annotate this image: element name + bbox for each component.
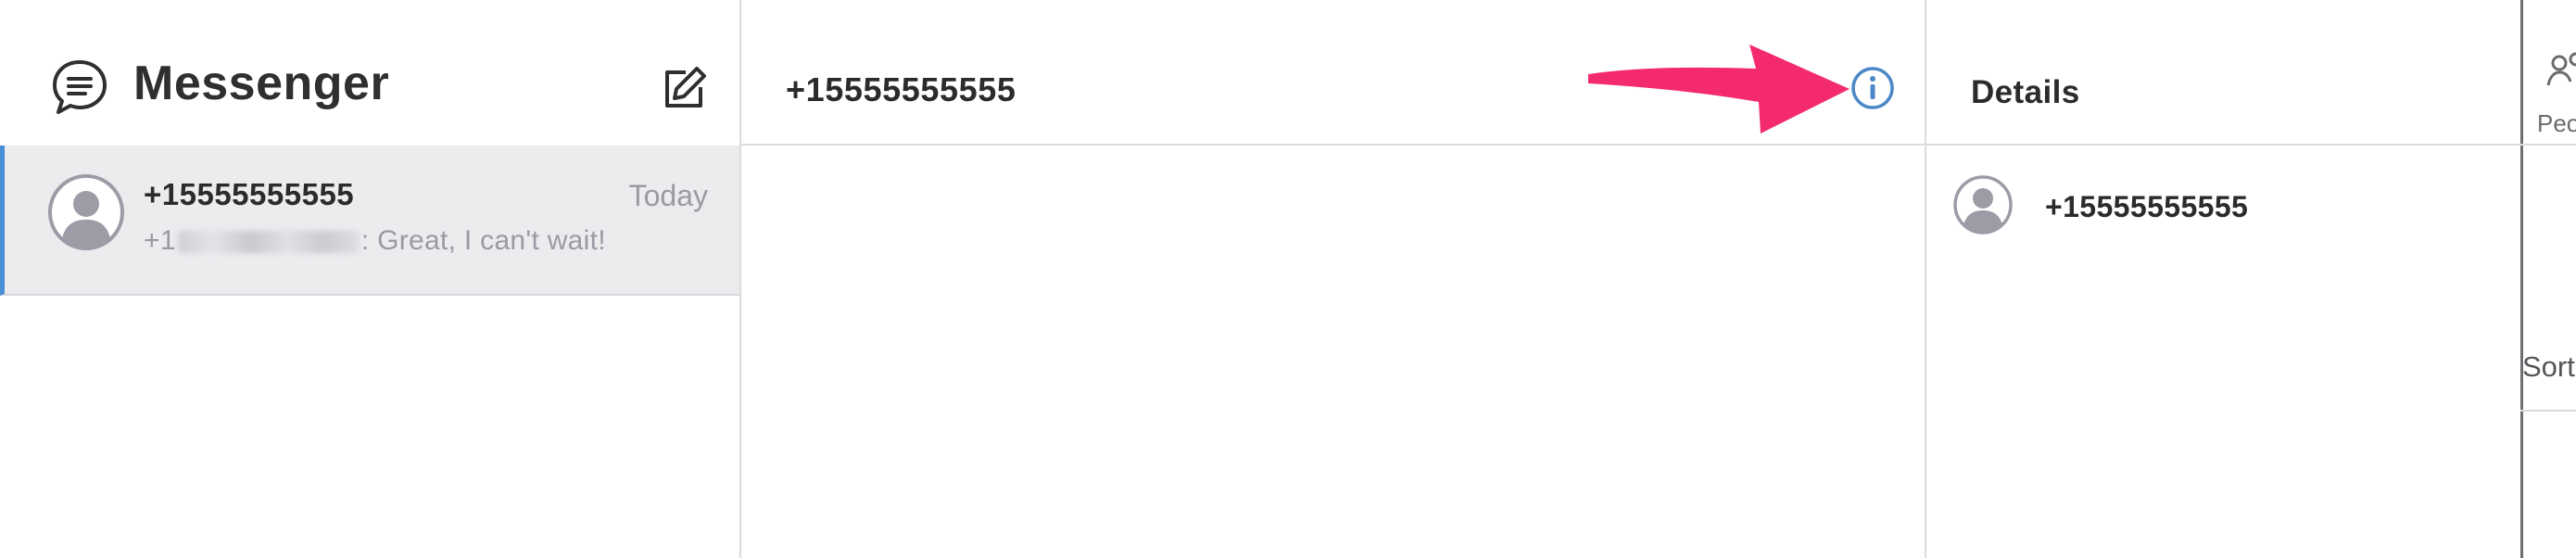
details-title: Details <box>1971 74 2080 110</box>
people-icon[interactable] <box>2546 52 2576 89</box>
conversation-name: +15555555555 <box>144 177 355 211</box>
side-panel-divider <box>2520 410 2576 412</box>
compose-icon[interactable] <box>660 65 708 113</box>
side-panel: Peo Sort <box>2520 0 2576 558</box>
conversation-list-pane: Messenger +15555555555 Today +1 : Great, … <box>0 0 741 558</box>
people-tab-label[interactable]: Peo <box>2537 109 2576 138</box>
chat-bubble-icon <box>53 60 107 114</box>
conversation-preview: +1 : Great, I can't wait! <box>144 225 606 257</box>
person-avatar-icon <box>1953 175 2013 235</box>
conversation-timestamp: Today <box>628 179 708 212</box>
side-panel-edge <box>2520 0 2523 558</box>
sort-button[interactable]: Sort <box>2522 350 2575 384</box>
preview-sender-prefix: +1 <box>144 225 176 256</box>
preview-message-text: : Great, I can't wait! <box>360 225 606 256</box>
conversation-list-item[interactable]: +15555555555 Today +1 : Great, I can't wa… <box>0 146 739 296</box>
app-title: Messenger <box>133 57 390 110</box>
thread-title: +15555555555 <box>786 70 1017 108</box>
details-pane: Details +15555555555 <box>1926 0 2520 558</box>
person-avatar-icon <box>48 174 124 250</box>
info-icon[interactable] <box>1850 65 1896 111</box>
side-panel-divider <box>2520 144 2576 146</box>
details-contact-number: +15555555555 <box>2045 190 2249 223</box>
conversation-list-header: Messenger <box>0 0 739 144</box>
redacted-phone-number <box>177 231 360 254</box>
message-thread-pane: +15555555555 <box>741 0 1926 558</box>
